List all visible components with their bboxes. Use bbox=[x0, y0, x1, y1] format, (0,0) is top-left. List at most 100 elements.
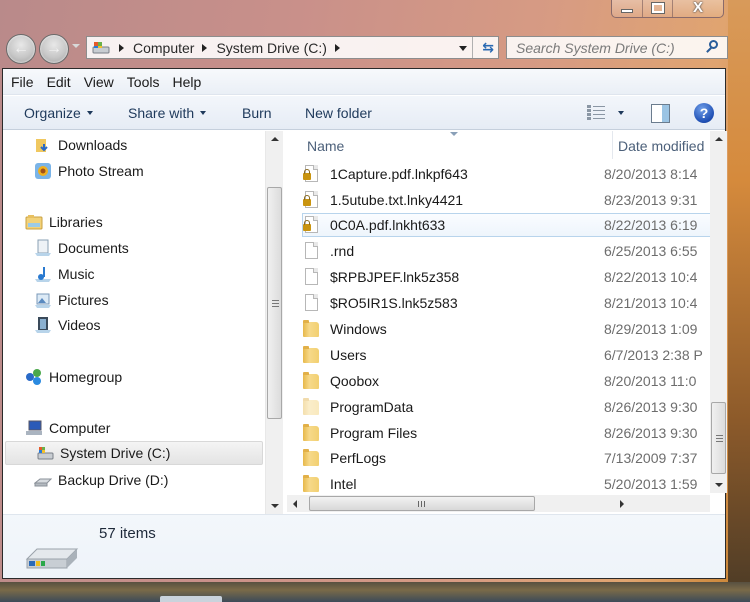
nav-item-backup-drive[interactable]: Backup Drive (D:) bbox=[33, 468, 169, 492]
file-name: $RO5IR1S.lnk5z583 bbox=[330, 295, 458, 311]
nav-item-downloads[interactable]: Downloads bbox=[34, 133, 127, 157]
downloads-folder-icon bbox=[34, 136, 52, 154]
back-button[interactable]: ← bbox=[6, 34, 36, 64]
folder-icon bbox=[303, 320, 319, 338]
folder-row[interactable]: Intel 5/20/2013 1:59 bbox=[303, 472, 710, 493]
nav-item-videos[interactable]: Videos bbox=[34, 313, 101, 337]
menu-tools[interactable]: Tools bbox=[127, 74, 160, 90]
organize-button[interactable]: Organize bbox=[24, 105, 93, 121]
menu-file[interactable]: File bbox=[11, 74, 34, 90]
menu-view[interactable]: View bbox=[84, 74, 114, 90]
burn-button[interactable]: Burn bbox=[242, 105, 272, 121]
taskbar-button[interactable] bbox=[160, 596, 222, 602]
new-folder-button[interactable]: New folder bbox=[305, 105, 372, 121]
nav-item-pictures[interactable]: Pictures bbox=[34, 288, 109, 312]
share-with-button[interactable]: Share with bbox=[128, 105, 207, 121]
address-bar[interactable]: Computer System Drive (C:) ⇆ bbox=[86, 36, 499, 59]
breadcrumb-separator[interactable] bbox=[334, 43, 340, 52]
music-library-icon bbox=[34, 265, 52, 283]
folder-row[interactable]: Windows 8/29/2013 1:09 bbox=[303, 317, 710, 341]
navigation-pane-scrollbar[interactable] bbox=[265, 131, 283, 514]
breadcrumb-computer[interactable]: Computer bbox=[133, 40, 194, 56]
folder-row[interactable]: Qoobox 8/20/2013 11:0 bbox=[303, 369, 710, 393]
minimize-button[interactable] bbox=[612, 0, 644, 17]
refresh-icon[interactable]: ⇆ bbox=[482, 39, 494, 56]
search-input[interactable]: Search System Drive (C:) bbox=[516, 40, 703, 56]
file-row[interactable]: 1.5utube.txt.lnky4421 8/23/2013 9:31 bbox=[303, 188, 710, 212]
scroll-down-arrow-icon[interactable] bbox=[715, 483, 723, 487]
file-row-hovered[interactable]: 0C0A.pdf.lnkht633 8/22/2013 6:19 bbox=[302, 213, 710, 237]
homegroup-icon bbox=[25, 368, 43, 386]
item-count: 57 items bbox=[99, 525, 156, 542]
address-history-dropdown[interactable] bbox=[459, 46, 467, 51]
nav-item-photo-stream[interactable]: Photo Stream bbox=[34, 159, 144, 183]
nav-label: Backup Drive (D:) bbox=[58, 472, 169, 488]
scrollbar-thumb[interactable] bbox=[711, 402, 726, 474]
file-date: 5/20/2013 1:59 bbox=[604, 476, 698, 492]
nav-item-system-drive[interactable]: System Drive (C:) bbox=[5, 441, 263, 465]
forward-arrow-icon: → bbox=[46, 40, 62, 57]
column-divider[interactable] bbox=[612, 131, 613, 159]
search-box[interactable]: Search System Drive (C:) bbox=[506, 36, 728, 59]
explorer-window: File Edit View Tools Help Organize Share… bbox=[2, 68, 727, 579]
breadcrumb-system-drive[interactable]: System Drive (C:) bbox=[216, 40, 326, 56]
desktop-background-right bbox=[728, 0, 750, 602]
scroll-right-arrow-icon[interactable] bbox=[620, 500, 624, 508]
file-row[interactable]: $RPBJPEF.lnk5z358 8/22/2013 10:4 bbox=[303, 265, 710, 289]
folder-row[interactable]: ProgramData 8/26/2013 9:30 bbox=[303, 395, 710, 419]
view-options-dropdown[interactable] bbox=[618, 111, 624, 115]
file-name: 1Capture.pdf.lnkpf643 bbox=[330, 166, 468, 182]
menu-edit[interactable]: Edit bbox=[47, 74, 71, 90]
burn-label: Burn bbox=[242, 104, 272, 121]
nav-label: Music bbox=[58, 266, 95, 282]
scroll-up-arrow-icon[interactable] bbox=[271, 137, 279, 141]
search-icon[interactable] bbox=[703, 38, 723, 58]
nav-item-music[interactable]: Music bbox=[34, 262, 95, 286]
file-date: 8/22/2013 6:19 bbox=[604, 217, 698, 233]
command-bar: Organize Share with Burn New folder ? bbox=[3, 96, 725, 130]
recent-pages-dropdown[interactable] bbox=[72, 44, 80, 48]
folder-name: Users bbox=[330, 347, 367, 363]
scroll-up-arrow-icon[interactable] bbox=[715, 137, 723, 141]
folder-row[interactable]: PerfLogs 7/13/2009 7:37 bbox=[303, 446, 710, 470]
locked-file-icon bbox=[303, 216, 319, 234]
nav-item-homegroup[interactable]: Homegroup bbox=[25, 365, 122, 389]
scroll-down-arrow-icon[interactable] bbox=[271, 504, 279, 508]
folder-icon bbox=[303, 449, 319, 467]
drive-icon bbox=[91, 41, 111, 55]
column-header-name[interactable]: Name bbox=[307, 131, 344, 161]
scrollbar-thumb[interactable] bbox=[309, 496, 535, 511]
file-row[interactable]: .rnd 6/25/2013 6:55 bbox=[303, 239, 710, 263]
maximize-button[interactable] bbox=[643, 0, 673, 17]
file-date: 6/7/2013 2:38 P bbox=[604, 347, 703, 363]
file-icon bbox=[303, 268, 319, 286]
file-list-horizontal-scrollbar[interactable] bbox=[287, 495, 710, 512]
preview-pane-icon[interactable] bbox=[651, 104, 670, 123]
locked-file-icon bbox=[303, 191, 319, 209]
menu-help[interactable]: Help bbox=[172, 74, 201, 90]
file-row[interactable]: 1Capture.pdf.lnkpf643 8/20/2013 8:14 bbox=[303, 162, 710, 186]
column-header-date-modified[interactable]: Date modified bbox=[618, 131, 704, 161]
change-view-icon[interactable] bbox=[587, 105, 605, 121]
file-date: 8/21/2013 10:4 bbox=[604, 295, 698, 311]
nav-item-libraries[interactable]: Libraries bbox=[25, 210, 103, 234]
breadcrumb-separator[interactable] bbox=[202, 43, 208, 52]
file-list-vertical-scrollbar[interactable] bbox=[710, 131, 727, 493]
nav-item-computer[interactable]: Computer bbox=[25, 416, 110, 440]
folder-row[interactable]: Program Files 8/26/2013 9:30 bbox=[303, 421, 710, 445]
back-arrow-icon: ← bbox=[13, 40, 29, 57]
breadcrumb-separator[interactable] bbox=[119, 43, 124, 52]
help-icon[interactable]: ? bbox=[694, 103, 714, 123]
scroll-left-arrow-icon[interactable] bbox=[293, 500, 297, 508]
menu-bar: File Edit View Tools Help bbox=[3, 69, 725, 95]
forward-button[interactable]: → bbox=[39, 34, 69, 64]
pictures-library-icon bbox=[34, 291, 52, 309]
nav-label: Documents bbox=[58, 240, 129, 256]
folder-name: Program Files bbox=[330, 425, 418, 441]
folder-row[interactable]: Users 6/7/2013 2:38 P bbox=[303, 343, 710, 367]
scrollbar-thumb[interactable] bbox=[267, 187, 282, 419]
file-row[interactable]: $RO5IR1S.lnk5z583 8/21/2013 10:4 bbox=[303, 291, 710, 315]
close-button[interactable]: X bbox=[673, 0, 723, 17]
nav-item-documents[interactable]: Documents bbox=[34, 236, 129, 260]
nav-label: Videos bbox=[58, 317, 101, 333]
